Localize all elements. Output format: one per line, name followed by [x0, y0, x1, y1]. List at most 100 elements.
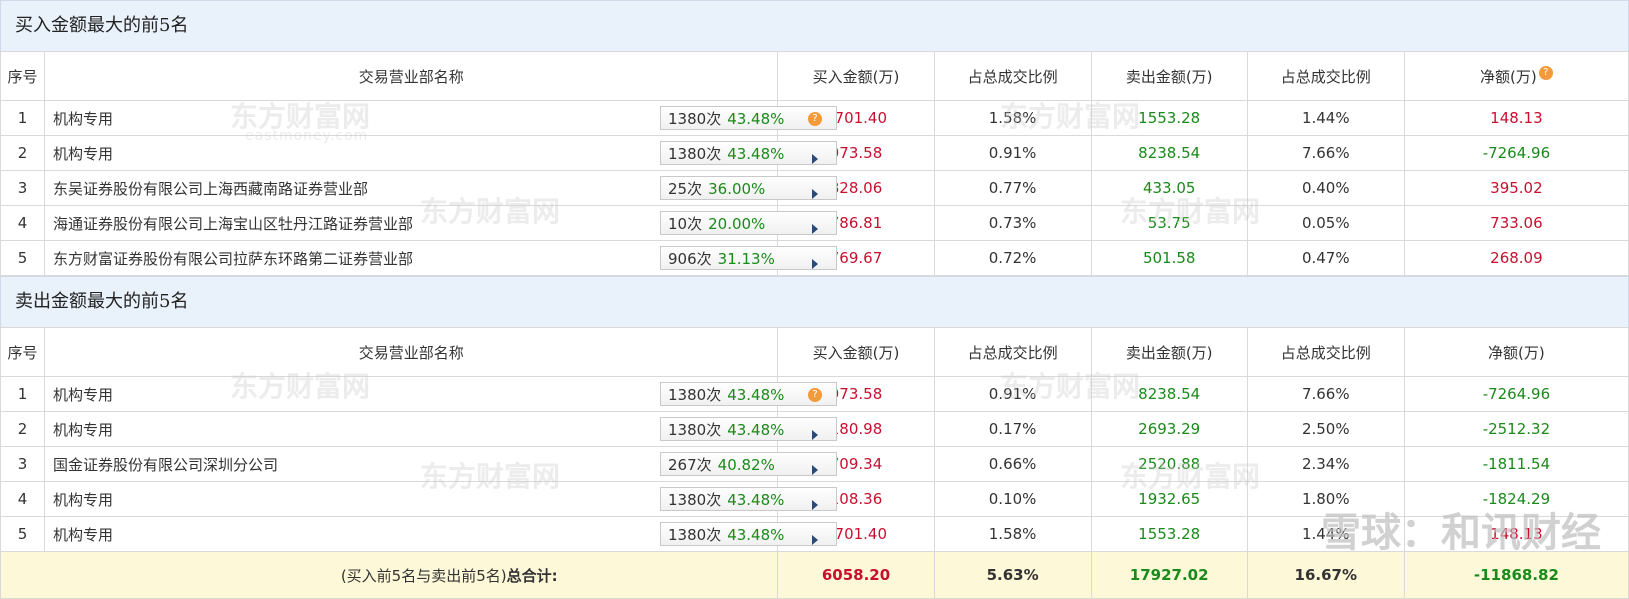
row-index: 1: [0, 100, 46, 136]
expand-arrow-icon[interactable]: [808, 252, 822, 269]
header-buy-ratio[interactable]: 占总成交比例: [933, 327, 1092, 377]
question-icon[interactable]: ?: [808, 112, 823, 126]
history-win-rate: 43.48%: [727, 110, 785, 128]
history-badge[interactable]: 1380次 43.48%: [660, 487, 838, 511]
buy-ratio: 0.10%: [933, 481, 1092, 517]
net-amount: -7264.96: [1403, 135, 1629, 171]
table-row[interactable]: 2 机构专用 1380次 43.48% 180.98 0.17% 2693.29 2.50% -…: [0, 411, 1629, 447]
header-branch: 交易营业部名称: [44, 327, 779, 377]
table-row[interactable]: 5 东方财富证券股份有限公司拉萨东环路第二证券营业部 906次 31.13% 769.6…: [0, 240, 1629, 276]
branch-name[interactable]: 机构专用: [53, 108, 113, 129]
header-idx: 序号: [0, 51, 46, 101]
buy-section-title: 买入金额最大的前5名: [0, 0, 1629, 51]
history-times: 1380次: [668, 421, 722, 439]
total-buy-ratio: 5.63%: [933, 551, 1092, 599]
history-times: 25次: [668, 180, 703, 198]
table-row[interactable]: 3 东吴证券股份有限公司上海西藏南路证券营业部 25次 36.00% 828.06 0.7…: [0, 170, 1629, 206]
sell-section-title: 卖出金额最大的前5名: [0, 276, 1629, 327]
table-row[interactable]: 1 机构专用 1380次 43.48%? 973.58 0.91% 8238.54 7.66%…: [0, 376, 1629, 412]
branch-name[interactable]: 国金证券股份有限公司深圳分公司: [53, 454, 278, 475]
header-sell-amount[interactable]: 卖出金额(万): [1090, 51, 1248, 101]
buy-ratio: 0.91%: [933, 135, 1092, 171]
table-row[interactable]: 3 国金证券股份有限公司深圳分公司 267次 40.82% 709.34 0.66% 252…: [0, 446, 1629, 482]
header-sell-ratio[interactable]: 占总成交比例: [1246, 51, 1405, 101]
history-times: 1380次: [668, 386, 722, 404]
branch-name[interactable]: 东方财富证券股份有限公司拉萨东环路第二证券营业部: [53, 248, 413, 269]
expand-arrow-icon[interactable]: [808, 493, 822, 510]
header-sell-ratio[interactable]: 占总成交比例: [1246, 327, 1405, 377]
sell-ratio: 1.44%: [1246, 100, 1405, 136]
buy-ratio: 0.91%: [933, 376, 1092, 412]
expand-arrow-icon[interactable]: [808, 458, 822, 475]
net-amount: -7264.96: [1403, 376, 1629, 412]
row-index: 4: [0, 481, 46, 517]
history-badge[interactable]: 1380次 43.48%?: [660, 106, 838, 130]
expand-arrow-icon[interactable]: [808, 182, 822, 199]
total-sell-ratio: 16.67%: [1246, 551, 1405, 599]
row-index: 4: [0, 205, 46, 241]
total-label: (买入前5名与卖出前5名)总合计:: [0, 551, 779, 599]
net-amount: 148.13: [1403, 516, 1629, 552]
sell-amount: 53.75: [1090, 205, 1248, 241]
expand-arrow-icon[interactable]: [808, 528, 822, 545]
table-row[interactable]: 4 海通证券股份有限公司上海宝山区牡丹江路证券营业部 10次 20.00% 786.81…: [0, 205, 1629, 241]
net-amount: 733.06: [1403, 205, 1629, 241]
history-badge[interactable]: 10次 20.00%: [660, 211, 838, 235]
header-sell-amount[interactable]: 卖出金额(万): [1090, 327, 1248, 377]
header-net[interactable]: 净额(万)?: [1403, 51, 1629, 101]
buy-ratio: 1.58%: [933, 516, 1092, 552]
table-row[interactable]: 2 机构专用 1380次 43.48% 973.58 0.91% 8238.54 7.66% -…: [0, 135, 1629, 171]
branch-name[interactable]: 机构专用: [53, 524, 113, 545]
branch-cell: 机构专用 1380次 43.48%?: [44, 376, 838, 412]
row-index: 2: [0, 135, 46, 171]
question-icon[interactable]: ?: [1538, 65, 1553, 80]
buy-ratio: 0.17%: [933, 411, 1092, 447]
header-net[interactable]: 净额(万): [1403, 327, 1629, 377]
history-badge[interactable]: 267次 40.82%: [660, 452, 838, 476]
buy-ratio: 0.72%: [933, 240, 1092, 276]
history-badge[interactable]: 1380次 43.48%: [660, 141, 838, 165]
header-branch: 交易营业部名称: [44, 51, 779, 101]
branch-cell: 机构专用 1380次 43.48%: [44, 135, 838, 171]
branch-cell: 机构专用 1380次 43.48%: [44, 516, 838, 552]
expand-arrow-icon[interactable]: [808, 423, 822, 440]
header-buy-amount[interactable]: 买入金额(万): [777, 327, 935, 377]
sell-amount: 8238.54: [1090, 135, 1248, 171]
branch-cell: 机构专用 1380次 43.48%: [44, 411, 838, 447]
branch-cell: 海通证券股份有限公司上海宝山区牡丹江路证券营业部 10次 20.00%: [44, 205, 838, 241]
sell-table: 序号 交易营业部名称 买入金额(万) 占总成交比例 卖出金额(万) 占总成交比例…: [0, 327, 1629, 599]
history-badge[interactable]: 1380次 43.48%: [660, 522, 838, 546]
branch-name[interactable]: 机构专用: [53, 384, 113, 405]
branch-name[interactable]: 东吴证券股份有限公司上海西藏南路证券营业部: [53, 178, 368, 199]
history-badge[interactable]: 25次 36.00%: [660, 176, 838, 200]
branch-cell: 国金证券股份有限公司深圳分公司 267次 40.82%: [44, 446, 838, 482]
expand-arrow-icon[interactable]: [808, 147, 822, 164]
sell-ratio: 7.66%: [1246, 135, 1405, 171]
history-badge[interactable]: 1380次 43.48%?: [660, 382, 838, 406]
table-row[interactable]: 1 机构专用 1380次 43.48%? 1701.40 1.58% 1553.28 1.44…: [0, 100, 1629, 136]
branch-name[interactable]: 机构专用: [53, 489, 113, 510]
total-label-prefix: (买入前5名与卖出前5名): [340, 566, 507, 585]
sell-amount: 8238.54: [1090, 376, 1248, 412]
history-win-rate: 43.48%: [727, 145, 785, 163]
header-buy-amount[interactable]: 买入金额(万): [777, 51, 935, 101]
sell-ratio: 7.66%: [1246, 376, 1405, 412]
buy-ratio: 0.66%: [933, 446, 1092, 482]
sell-amount: 1553.28: [1090, 100, 1248, 136]
branch-name[interactable]: 海通证券股份有限公司上海宝山区牡丹江路证券营业部: [53, 213, 413, 234]
branch-name[interactable]: 机构专用: [53, 419, 113, 440]
net-amount: -1811.54: [1403, 446, 1629, 482]
table-row[interactable]: 5 机构专用 1380次 43.48% 1701.40 1.58% 1553.28 1.44%…: [0, 516, 1629, 552]
question-icon[interactable]: ?: [808, 388, 823, 402]
history-times: 1380次: [668, 110, 722, 128]
sell-ratio: 0.40%: [1246, 170, 1405, 206]
branch-name[interactable]: 机构专用: [53, 143, 113, 164]
net-amount: -2512.32: [1403, 411, 1629, 447]
total-sell: 17927.02: [1090, 551, 1248, 599]
header-buy-ratio[interactable]: 占总成交比例: [933, 51, 1092, 101]
table-row[interactable]: 4 机构专用 1380次 43.48% 108.36 0.10% 1932.65 1.80% -…: [0, 481, 1629, 517]
history-badge[interactable]: 906次 31.13%: [660, 246, 838, 270]
buy-ratio: 0.77%: [933, 170, 1092, 206]
history-badge[interactable]: 1380次 43.48%: [660, 417, 838, 441]
expand-arrow-icon[interactable]: [808, 217, 822, 234]
